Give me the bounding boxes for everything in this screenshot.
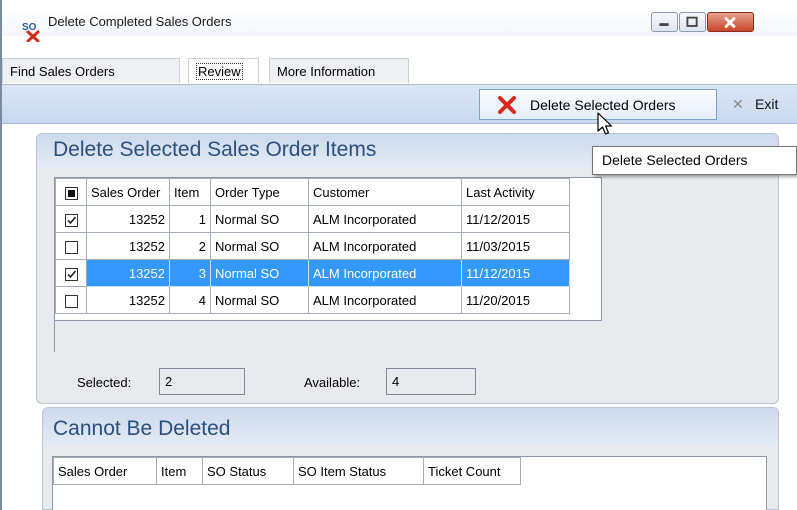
table-header-row: Sales Order Item SO Status SO Item Statu… — [53, 457, 521, 485]
select-all-checkbox[interactable] — [64, 186, 78, 200]
cell-item: 4 — [169, 286, 211, 314]
cannot-delete-panel-header: Cannot Be Deleted — [43, 408, 778, 446]
row-checkbox-cell — [55, 232, 87, 260]
column-header[interactable]: Order Type — [210, 178, 309, 206]
cell-order-type: Normal SO — [210, 205, 309, 233]
cannot-delete-grid: Sales Order Item SO Status SO Item Statu… — [52, 456, 767, 510]
column-header[interactable]: Ticket Count — [423, 457, 521, 485]
tooltip: Delete Selected Orders — [592, 146, 797, 175]
cannot-delete-title: Cannot Be Deleted — [53, 417, 231, 440]
row-checkbox-cell — [55, 259, 87, 287]
table-row[interactable]: 13252 1 Normal SO ALM Incorporated 11/12/201… — [55, 205, 570, 233]
cell-customer: ALM Incorporated — [308, 205, 462, 233]
select-all-header[interactable] — [55, 178, 87, 206]
cell-customer: ALM Incorporated — [308, 286, 462, 314]
tab-bar: Find Sales Orders Review More Informatio… — [2, 58, 797, 84]
exit-button[interactable]: ✕ Exit — [725, 89, 797, 120]
row-checkbox[interactable] — [64, 267, 78, 281]
cell-item: 3 — [169, 259, 211, 287]
column-header[interactable]: Sales Order — [53, 457, 157, 485]
cannot-delete-table: Sales Order Item SO Status SO Item Statu… — [53, 457, 521, 485]
column-header[interactable]: Last Activity — [461, 178, 570, 206]
selected-label: Selected: — [77, 375, 132, 390]
cell-item: 1 — [169, 205, 211, 233]
delete-items-grid: Sales Order Item Order Type Customer Las… — [54, 177, 602, 321]
column-header[interactable]: SO Status — [202, 457, 294, 485]
table-row[interactable]: 13252 3 Normal SO ALM Incorporated 11/12/201… — [55, 259, 570, 287]
tab-find-sales-orders[interactable]: Find Sales Orders — [2, 58, 180, 83]
so-delete-icon: SO — [22, 22, 40, 42]
minimize-button[interactable] — [651, 12, 678, 32]
tab-review-label: Review — [196, 63, 243, 80]
cell-sales-order: 13252 — [86, 232, 170, 260]
close-window-button[interactable] — [707, 12, 754, 32]
delete-items-table: Sales Order Item Order Type Customer Las… — [55, 178, 570, 314]
cell-order-type: Normal SO — [210, 232, 309, 260]
row-checkbox[interactable] — [64, 213, 78, 227]
window-title: Delete Completed Sales Orders — [48, 14, 232, 29]
selected-count-field: 2 — [159, 368, 245, 395]
toolbar: Delete Selected Orders ✕ Exit — [2, 85, 797, 124]
cell-last-activity: 11/20/2015 — [461, 286, 570, 314]
available-label: Available: — [304, 375, 361, 390]
cell-sales-order: 13252 — [86, 259, 170, 287]
cell-customer: ALM Incorporated — [308, 259, 462, 287]
maximize-icon — [686, 16, 698, 27]
exit-button-label: Exit — [755, 96, 779, 112]
row-checkbox[interactable] — [64, 240, 78, 254]
checkmark-icon — [66, 216, 76, 224]
cell-last-activity: 11/03/2015 — [461, 232, 570, 260]
checkmark-icon — [66, 270, 76, 278]
exit-x-icon: ✕ — [732, 96, 744, 112]
row-checkbox[interactable] — [64, 294, 78, 308]
cell-sales-order: 13252 — [86, 286, 170, 314]
column-header[interactable]: Customer — [308, 178, 462, 206]
row-checkbox-cell — [55, 205, 87, 233]
delete-button-label: Delete Selected Orders — [530, 97, 676, 113]
maximize-button[interactable] — [679, 12, 706, 32]
available-count-field: 4 — [386, 368, 476, 395]
table-row[interactable]: 13252 2 Normal SO ALM Incorporated 11/03/201… — [55, 232, 570, 260]
minimize-icon — [659, 23, 669, 26]
column-header[interactable]: Sales Order — [86, 178, 170, 206]
column-header[interactable]: Item — [156, 457, 203, 485]
mouse-cursor-icon — [597, 112, 613, 135]
column-header[interactable]: SO Item Status — [293, 457, 424, 485]
delete-x-icon — [498, 96, 516, 114]
tab-more-information[interactable]: More Information — [269, 58, 409, 83]
cell-customer: ALM Incorporated — [308, 232, 462, 260]
cell-last-activity: 11/12/2015 — [461, 205, 570, 233]
cell-last-activity: 11/12/2015 — [461, 259, 570, 287]
tab-review[interactable]: Review — [188, 58, 259, 83]
cell-order-type: Normal SO — [210, 259, 309, 287]
table-row[interactable]: 13252 4 Normal SO ALM Incorporated 11/20/201… — [55, 286, 570, 314]
delete-items-title: Delete Selected Sales Order Items — [53, 138, 377, 161]
cell-sales-order: 13252 — [86, 205, 170, 233]
close-icon — [724, 16, 736, 29]
cell-item: 2 — [169, 232, 211, 260]
grid-edge — [54, 320, 55, 352]
cell-order-type: Normal SO — [210, 286, 309, 314]
column-header[interactable]: Item — [169, 178, 211, 206]
row-checkbox-cell — [55, 286, 87, 314]
table-header-row: Sales Order Item Order Type Customer Las… — [55, 178, 570, 206]
